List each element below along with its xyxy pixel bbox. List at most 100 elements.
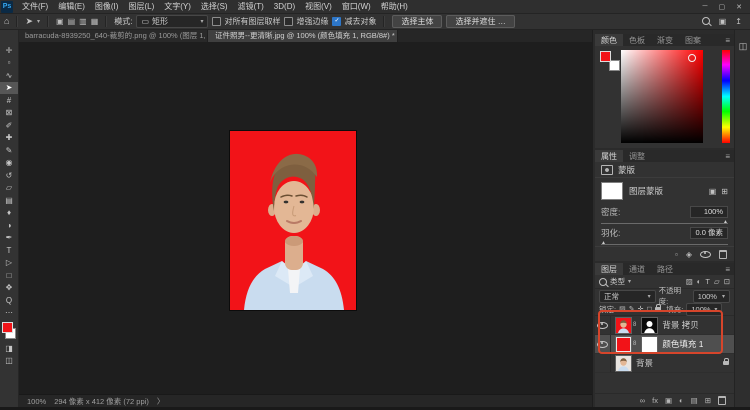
menu-window[interactable]: 窗口(W) (337, 1, 376, 12)
tool-preset-caret-icon[interactable]: ▾ (37, 18, 40, 25)
menu-image[interactable]: 图像(I) (90, 1, 124, 12)
move-tool[interactable]: ✛ (0, 44, 18, 57)
foreground-background-swatches[interactable] (2, 322, 16, 339)
layer-mask-thumbnail[interactable] (641, 335, 659, 353)
new-layer-icon[interactable]: ⊞ (705, 396, 711, 405)
tab-swatches[interactable]: 色板 (623, 34, 651, 46)
apply-mask-icon[interactable]: ◈ (686, 250, 692, 259)
document-tab-barracuda[interactable]: barracuda-8939250_640-裁剪的.png @ 100% (图层… (18, 29, 208, 42)
type-tool[interactable]: T (0, 244, 18, 257)
gradient-tool[interactable]: ▤ (0, 194, 18, 207)
eraser-tool[interactable]: ▱ (0, 182, 18, 195)
menu-file[interactable]: 文件(F) (17, 1, 53, 12)
enhance-edge-checkbox[interactable] (284, 16, 294, 26)
slider-handle-icon[interactable]: ▲ (723, 220, 728, 225)
pen-tool[interactable]: ✒ (0, 232, 18, 245)
tab-layers[interactable]: 图层 (595, 263, 623, 275)
tab-color[interactable]: 颜色 (595, 34, 623, 46)
menu-help[interactable]: 帮助(H) (376, 1, 413, 12)
menu-select[interactable]: 选择(S) (196, 1, 233, 12)
new-selection-icon[interactable]: ▣ (56, 17, 64, 26)
eyedropper-tool[interactable]: ✐ (0, 119, 18, 132)
filter-type-layers-icon[interactable]: T (705, 277, 710, 286)
feather-slider[interactable]: ▲ (601, 241, 728, 246)
subtract-object-checkbox[interactable]: ✓ (332, 16, 342, 26)
menu-type[interactable]: 文字(Y) (159, 1, 196, 12)
delete-mask-icon[interactable] (719, 249, 727, 259)
menu-layer[interactable]: 图层(L) (123, 1, 159, 12)
visibility-cell[interactable] (595, 354, 611, 372)
intersect-selection-icon[interactable]: ▦ (91, 17, 99, 26)
hue-slider[interactable] (722, 50, 730, 143)
tab-patterns[interactable]: 图案 (679, 34, 707, 46)
layer-name[interactable]: 颜色填充 1 (662, 338, 703, 350)
select-subject-button[interactable]: 选择主体 (392, 14, 443, 28)
foreground-color-swatch[interactable] (2, 322, 13, 333)
libraries-panel-icon[interactable]: ◫ (739, 41, 748, 410)
layer-mask-thumbnail[interactable] (641, 316, 659, 334)
lasso-tool[interactable]: ∿ (0, 69, 18, 82)
close-button[interactable]: ✕ (736, 3, 742, 11)
eye-icon[interactable] (597, 321, 608, 329)
layer-name[interactable]: 背景 拷贝 (662, 319, 698, 331)
lock-pixels-icon[interactable]: ✎ (629, 305, 635, 313)
panel-menu-icon[interactable]: ≡ (725, 265, 730, 274)
quick-mask-icon[interactable]: ◨ (0, 342, 18, 355)
maximize-button[interactable]: ▢ (719, 3, 726, 11)
lock-transparency-icon[interactable]: ▨ (619, 305, 626, 313)
sample-all-layers-checkbox[interactable] (212, 16, 222, 26)
zoom-level[interactable]: 100% (27, 397, 46, 406)
lock-position-icon[interactable]: ✛ (638, 305, 644, 313)
color-fill-thumbnail[interactable] (615, 335, 632, 353)
id-photo-document[interactable] (230, 131, 356, 310)
chevron-down-icon[interactable]: ▾ (628, 278, 631, 285)
menu-edit[interactable]: 编辑(E) (53, 1, 90, 12)
tab-gradients[interactable]: 渐变 (651, 34, 679, 46)
healing-brush-tool[interactable]: ✚ (0, 132, 18, 145)
add-vector-mask-icon[interactable]: ⊞ (721, 187, 728, 196)
mask-visibility-eye-icon[interactable] (700, 250, 711, 258)
hand-tool[interactable]: ✥ (0, 282, 18, 295)
menu-filter[interactable]: 滤镜(T) (233, 1, 269, 12)
shape-tool[interactable]: □ (0, 269, 18, 282)
eye-icon[interactable] (597, 340, 608, 348)
adjustment-layer-icon[interactable]: ◐ (679, 396, 684, 405)
subtract-object-option[interactable]: ✓ 减去对象 (332, 16, 376, 27)
feather-value[interactable]: 0.0 像素 (690, 227, 728, 239)
document-tab-id-photo[interactable]: 证件照男--更清晰.jpg @ 100% (颜色填充 1, RGB/8#) * … (208, 29, 398, 42)
layer-name[interactable]: 背景 (636, 357, 653, 369)
lock-artboard-icon[interactable]: ◻ (646, 305, 652, 313)
clone-stamp-tool[interactable]: ◉ (0, 157, 18, 170)
workspace-switcher-icon[interactable]: ▣ (719, 17, 727, 26)
screen-mode-icon[interactable]: ◫ (0, 355, 18, 368)
blend-mode-dropdown[interactable]: 正常 ▾ (599, 289, 656, 303)
tab-channels[interactable]: 通道 (623, 263, 651, 275)
dodge-tool[interactable]: ◑ (0, 219, 18, 232)
object-selection-tool[interactable]: ➤ (0, 81, 18, 94)
enhance-edge-option[interactable]: 增强边缘 (284, 16, 328, 27)
share-icon[interactable]: ↥ (735, 17, 742, 26)
layer-row-background[interactable]: 背景 (595, 354, 734, 373)
filter-shape-layers-icon[interactable]: ▱ (714, 277, 720, 286)
lock-all-icon[interactable] (655, 304, 662, 311)
density-value[interactable]: 100% (690, 206, 728, 218)
panel-menu-icon[interactable]: ≡ (725, 152, 730, 161)
crop-tool[interactable]: # (0, 94, 18, 107)
color-picker-ring-icon[interactable] (688, 54, 696, 62)
mask-selection-icon[interactable]: ▫ (675, 250, 678, 259)
filter-type-label[interactable]: 类型 (610, 276, 625, 287)
status-expand-icon[interactable]: 〉 (157, 396, 165, 407)
history-brush-tool[interactable]: ↺ (0, 169, 18, 182)
layer-row-background-copy[interactable]: 8 背景 拷贝 (595, 316, 734, 335)
panel-menu-icon[interactable]: ≡ (725, 36, 730, 45)
layer-style-icon[interactable]: fx (652, 396, 658, 405)
tab-paths[interactable]: 路径 (651, 263, 679, 275)
foreground-color-swatch[interactable] (600, 51, 611, 62)
zoom-tool[interactable]: Q (0, 294, 18, 307)
filter-smart-objects-icon[interactable]: ⊡ (724, 277, 730, 286)
layer-thumbnail[interactable] (615, 354, 632, 372)
density-slider[interactable]: ▲ (601, 220, 728, 225)
saturation-brightness-field[interactable] (621, 50, 703, 143)
filter-adjustment-layers-icon[interactable]: ◐ (697, 277, 702, 286)
mask-link-icon[interactable]: 8 (633, 322, 636, 328)
